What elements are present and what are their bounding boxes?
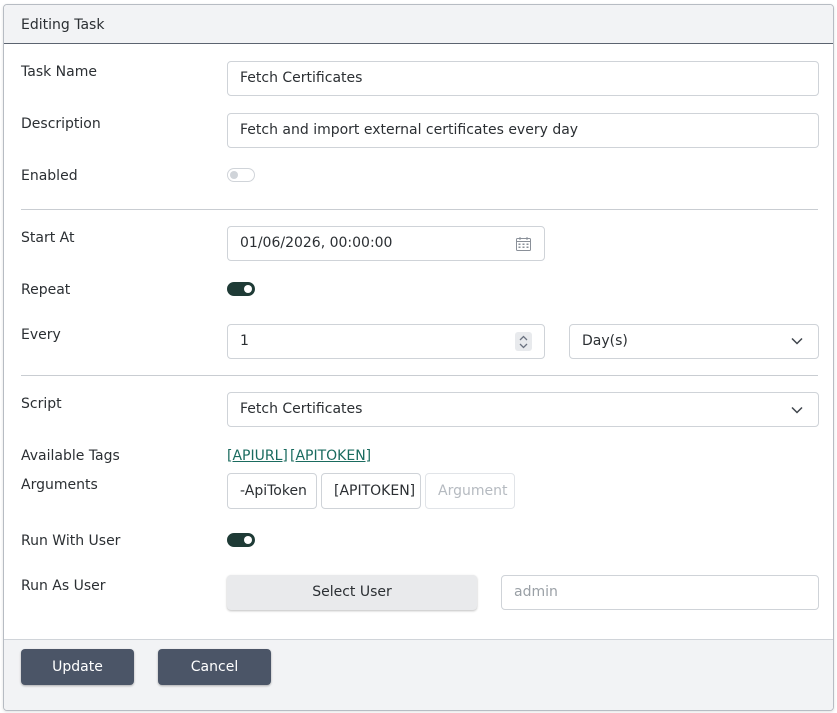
argument-item[interactable]: -ApiToken bbox=[227, 473, 317, 509]
dialog-footer: Update Cancel bbox=[4, 639, 833, 710]
enabled-toggle[interactable] bbox=[227, 168, 255, 182]
cancel-button[interactable]: Cancel bbox=[158, 649, 271, 685]
task-name-input[interactable]: Fetch Certificates bbox=[227, 61, 819, 96]
run-with-user-toggle[interactable] bbox=[227, 533, 255, 547]
dialog-title: Editing Task bbox=[21, 17, 105, 33]
description-label: Description bbox=[21, 116, 101, 132]
toggle-knob bbox=[244, 285, 252, 293]
number-stepper[interactable] bbox=[515, 332, 532, 351]
task-name-label: Task Name bbox=[21, 64, 97, 80]
script-label: Script bbox=[21, 396, 62, 412]
dialog-header: Editing Task bbox=[4, 5, 833, 44]
run-as-user-input[interactable]: admin bbox=[501, 575, 819, 610]
toggle-knob bbox=[244, 536, 252, 544]
argument-item[interactable]: [APITOKEN] bbox=[321, 473, 421, 509]
tag-apitoken-link[interactable]: [APITOKEN] bbox=[290, 448, 371, 464]
update-button[interactable]: Update bbox=[21, 649, 134, 685]
repeat-toggle[interactable] bbox=[227, 282, 255, 296]
every-value: 1 bbox=[240, 333, 249, 349]
toggle-knob bbox=[230, 171, 238, 179]
section-divider bbox=[21, 209, 818, 210]
new-argument-input[interactable]: Argument bbox=[425, 473, 515, 509]
arguments-label: Arguments bbox=[21, 477, 98, 493]
description-input[interactable]: Fetch and import external certificates e… bbox=[227, 113, 819, 148]
start-at-label: Start At bbox=[21, 230, 75, 246]
calendar-icon[interactable] bbox=[515, 236, 531, 252]
every-label: Every bbox=[21, 327, 61, 343]
select-user-button[interactable]: Select User bbox=[227, 575, 477, 610]
start-at-value: 01/06/2026, 00:00:00 bbox=[240, 235, 393, 251]
repeat-label: Repeat bbox=[21, 282, 71, 298]
every-number-input[interactable]: 1 bbox=[227, 324, 545, 359]
script-select[interactable]: Fetch Certificates bbox=[227, 392, 819, 427]
every-unit-value: Day(s) bbox=[582, 333, 628, 349]
run-as-user-label: Run As User bbox=[21, 578, 106, 594]
section-divider bbox=[21, 375, 818, 376]
tag-apiurl-link[interactable]: [APIURL] bbox=[227, 448, 288, 464]
editing-task-dialog: Editing Task Task Name Fetch Certificate… bbox=[3, 4, 834, 711]
enabled-label: Enabled bbox=[21, 168, 78, 184]
every-unit-select[interactable]: Day(s) bbox=[569, 324, 819, 359]
chevron-down-icon bbox=[790, 404, 804, 416]
available-tags-label: Available Tags bbox=[21, 448, 120, 464]
run-with-user-label: Run With User bbox=[21, 533, 121, 549]
start-at-input[interactable]: 01/06/2026, 00:00:00 bbox=[227, 226, 545, 261]
chevron-down-icon bbox=[790, 335, 804, 347]
script-value: Fetch Certificates bbox=[240, 401, 363, 417]
